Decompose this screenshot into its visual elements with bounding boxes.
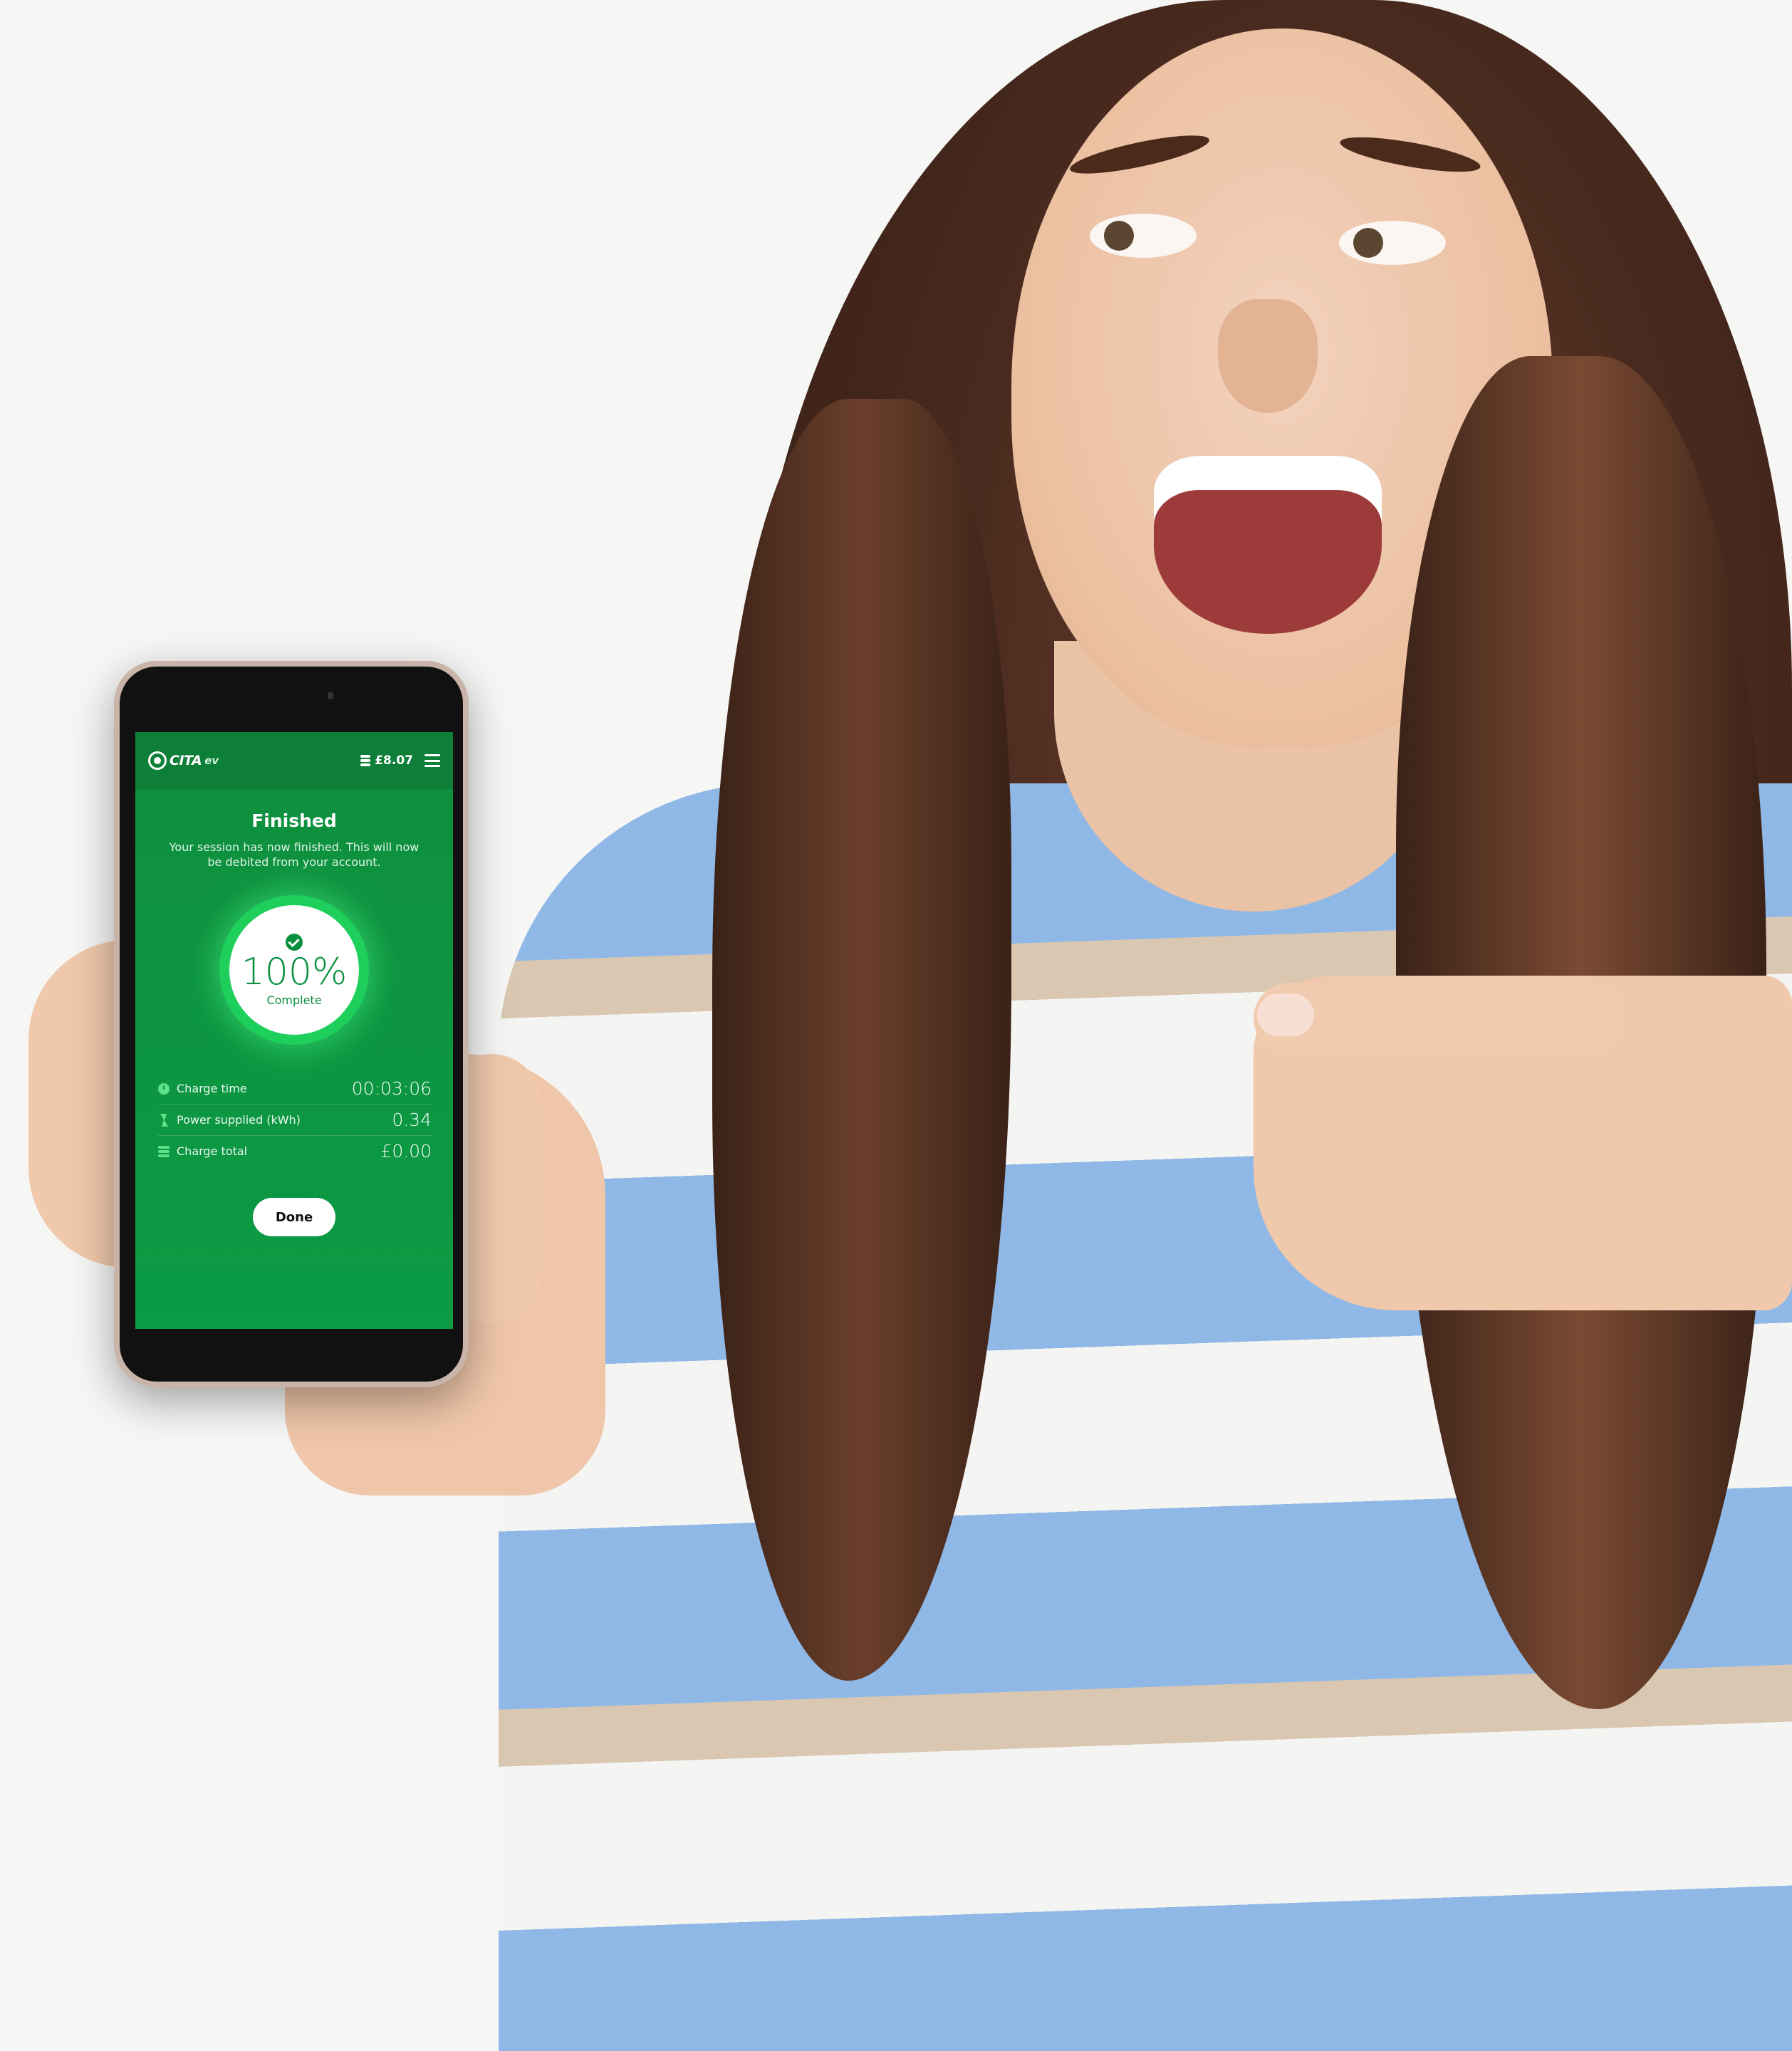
stat-charge-total: Charge total £0.00 <box>158 1136 432 1167</box>
progress-ring-center: 100% Complete <box>229 905 359 1035</box>
coins-icon <box>158 1145 170 1157</box>
coins-icon <box>360 755 371 766</box>
top-bar: CITA ev £8.07 <box>135 732 453 789</box>
stat-value: £0.00 <box>380 1141 432 1162</box>
left-eye <box>1090 214 1197 258</box>
stat-label: Power supplied (kWh) <box>177 1113 301 1127</box>
open-mouth <box>1154 456 1382 634</box>
account-balance[interactable]: £8.07 <box>360 753 413 768</box>
balance-value: £8.07 <box>375 753 413 768</box>
clock-icon <box>158 1082 170 1095</box>
right-eye <box>1339 221 1446 265</box>
app-screen: CITA ev £8.07 Finished Your session has … <box>135 732 453 1329</box>
logo-text: CITA <box>170 753 202 768</box>
nose <box>1218 299 1318 413</box>
hamburger-menu-icon[interactable] <box>424 754 440 767</box>
fingernail <box>1257 993 1314 1036</box>
stat-label: Charge time <box>177 1082 247 1095</box>
phone-device: CITA ev £8.07 Finished Your session has … <box>114 661 469 1387</box>
check-circle-icon <box>286 933 303 951</box>
progress-percent: 100% <box>241 950 348 993</box>
progress-ring: 100% Complete <box>219 895 369 1045</box>
session-title: Finished <box>251 810 337 831</box>
stat-charge-time: Charge time 00:03:06 <box>158 1073 432 1105</box>
app-logo[interactable]: CITA ev <box>148 751 219 770</box>
done-button[interactable]: Done <box>253 1198 335 1236</box>
stat-label: Charge total <box>177 1144 248 1158</box>
bolt-icon <box>158 1113 170 1127</box>
logo-sub: ev <box>204 754 219 767</box>
top-bar-actions: £8.07 <box>360 753 440 768</box>
stat-value: 0.34 <box>392 1110 432 1130</box>
progress-status: Complete <box>266 993 322 1007</box>
session-message: Your session has now finished. This will… <box>169 840 420 869</box>
stat-power-supplied: Power supplied (kWh) 0.34 <box>158 1105 432 1136</box>
session-stats: Charge time 00:03:06 Power supplied (kWh… <box>135 1073 453 1167</box>
earpiece <box>328 692 333 699</box>
stat-value: 00:03:06 <box>351 1078 432 1099</box>
logo-mark-icon <box>148 751 167 770</box>
